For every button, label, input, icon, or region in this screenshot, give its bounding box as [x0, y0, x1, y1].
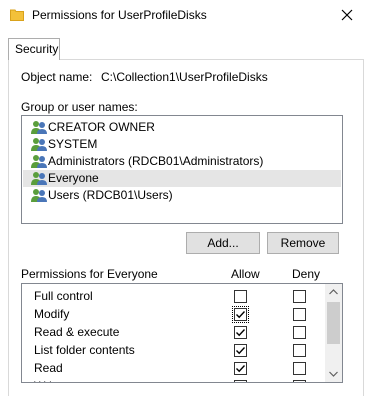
permission-name: Full control	[34, 289, 93, 303]
permission-row: Full control	[22, 287, 326, 305]
window-title: Permissions for UserProfileDisks	[32, 8, 207, 22]
list-item-selected[interactable]: Everyone	[23, 170, 341, 187]
vertical-scrollbar[interactable]	[325, 284, 342, 382]
group-list-label: Group or user names:	[21, 100, 138, 114]
permission-row: Read	[22, 359, 326, 377]
allow-checkbox[interactable]	[234, 344, 247, 357]
allow-column-header: Allow	[231, 267, 260, 281]
permissions-list[interactable]: Full control Modify Read & execute List fol…	[21, 283, 343, 383]
tab-security-label: Security	[15, 42, 59, 56]
checkmark-icon	[236, 365, 246, 373]
deny-checkbox[interactable]	[293, 308, 306, 321]
add-button[interactable]: Add...	[186, 232, 260, 254]
allow-checkbox[interactable]	[232, 306, 249, 323]
list-item[interactable]: Administrators (RDCB01\Administrators)	[23, 153, 341, 170]
allow-checkbox[interactable]	[234, 380, 247, 383]
permission-name: Write	[34, 379, 62, 382]
list-item-label: CREATOR OWNER	[48, 120, 155, 134]
checkmark-icon	[236, 311, 246, 319]
users-icon	[31, 121, 47, 134]
permission-name: Read & execute	[34, 325, 120, 339]
folder-icon	[10, 9, 24, 21]
deny-checkbox[interactable]	[293, 344, 306, 357]
scroll-down-button[interactable]	[325, 366, 342, 382]
close-button[interactable]	[334, 3, 360, 27]
permission-name: List folder contents	[34, 343, 135, 357]
close-icon	[341, 9, 353, 21]
list-item-label: SYSTEM	[48, 137, 98, 151]
group-user-list[interactable]: CREATOR OWNER SYSTEM Administrators (RDC…	[21, 115, 343, 224]
list-item-label: Administrators (RDCB01\Administrators)	[48, 154, 264, 168]
checkmark-icon	[236, 347, 246, 355]
list-item[interactable]: SYSTEM	[23, 136, 341, 153]
scroll-up-button[interactable]	[325, 284, 342, 300]
allow-checkbox[interactable]	[234, 362, 247, 375]
permission-row: Modify	[22, 305, 326, 323]
deny-column-header: Deny	[292, 267, 321, 281]
permissions-label: Permissions for Everyone	[21, 267, 158, 281]
tab-security[interactable]: Security	[8, 38, 60, 60]
title-bar: Permissions for UserProfileDisks	[0, 0, 366, 32]
list-item[interactable]: Users (RDCB01\Users)	[23, 187, 341, 204]
deny-checkbox[interactable]	[293, 290, 306, 303]
scroll-thumb[interactable]	[327, 302, 340, 344]
users-icon	[31, 138, 47, 151]
users-icon	[31, 189, 47, 202]
deny-checkbox[interactable]	[293, 326, 306, 339]
deny-checkbox[interactable]	[293, 362, 306, 375]
permission-row: Write	[22, 377, 326, 383]
list-item-label: Everyone	[48, 171, 99, 185]
list-item-label: Users (RDCB01\Users)	[48, 188, 173, 202]
permission-name: Modify	[34, 307, 70, 321]
permission-name: Read	[34, 361, 63, 375]
remove-button[interactable]: Remove	[267, 232, 339, 254]
users-icon	[31, 155, 47, 168]
deny-checkbox[interactable]	[293, 380, 306, 382]
object-name-label: Object name:	[21, 70, 93, 84]
checkmark-icon	[235, 381, 246, 383]
permission-row: Read & execute	[22, 323, 326, 341]
allow-checkbox[interactable]	[234, 326, 247, 339]
checkmark-icon	[236, 329, 246, 337]
users-icon	[31, 172, 47, 185]
object-name-value: C:\Collection1\UserProfileDisks	[101, 70, 268, 84]
permission-row: List folder contents	[22, 341, 326, 359]
chevron-up-icon	[329, 289, 338, 295]
allow-checkbox[interactable]	[234, 290, 247, 303]
chevron-down-icon	[329, 371, 338, 377]
list-item[interactable]: CREATOR OWNER	[23, 119, 341, 136]
